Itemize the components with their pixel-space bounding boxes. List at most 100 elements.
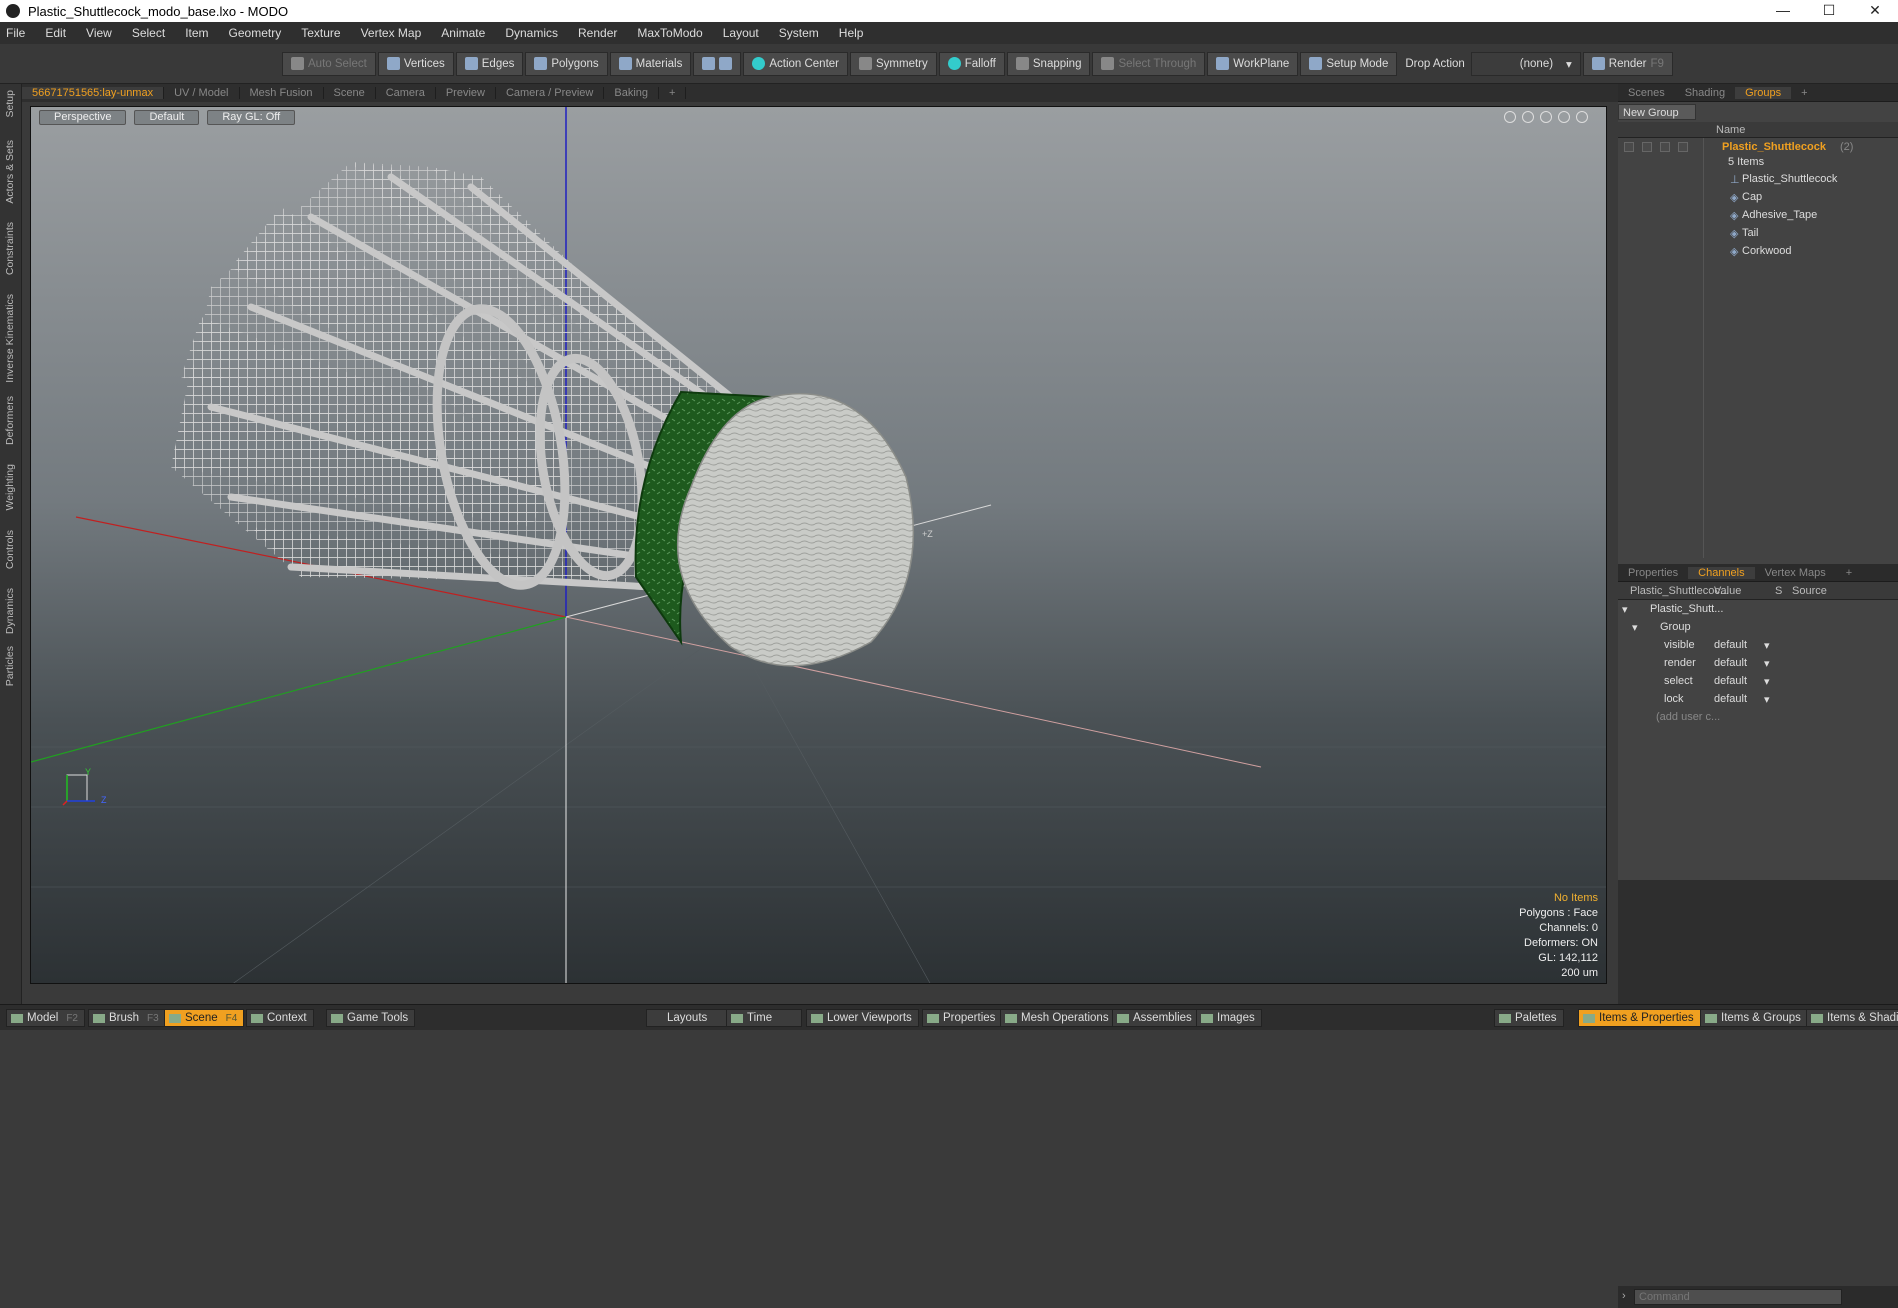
tab-preview[interactable]: Preview [436, 87, 496, 99]
edges-button[interactable]: Edges [455, 51, 524, 76]
channel-root-row[interactable]: ▾ Plastic_Shutt... [1618, 600, 1898, 618]
side-tab-weighting[interactable]: Weighting [4, 464, 16, 511]
menu-help[interactable]: Help [839, 26, 864, 40]
menu-dynamics[interactable]: Dynamics [505, 26, 558, 40]
side-tab-inverse-kinematics[interactable]: Inverse Kinematics [4, 294, 16, 383]
selection-sets-button[interactable] [693, 51, 742, 76]
menu-system[interactable]: System [779, 26, 819, 40]
tab-mesh-fusion[interactable]: Mesh Fusion [240, 87, 324, 99]
side-tab-dynamics[interactable]: Dynamics [4, 588, 16, 634]
setup-mode-button[interactable]: Setup Mode [1300, 51, 1398, 76]
time-button[interactable]: Time [726, 1009, 802, 1027]
brush-layout-button[interactable]: Brush F3 [88, 1009, 166, 1027]
select-through-button[interactable]: Select Through [1092, 51, 1206, 76]
scene-layout-button[interactable]: Scene F4 [164, 1009, 245, 1027]
channel-row-select[interactable]: select default ▾ [1618, 672, 1898, 690]
menu-maxtomodo[interactable]: MaxToModo [637, 26, 702, 40]
assemblies-button[interactable]: Assemblies [1112, 1009, 1199, 1027]
visibility-toggle[interactable] [1624, 142, 1634, 152]
channel-group-row[interactable]: ▾ Group [1618, 618, 1898, 636]
tree-item-plastic-shuttlecock[interactable]: ⊥ Plastic_Shuttlecock [1618, 170, 1898, 188]
chevron-down-icon[interactable]: ▾ [1764, 693, 1770, 706]
tab-camera[interactable]: Camera [376, 87, 436, 99]
chevron-down-icon[interactable]: ▾ [1764, 675, 1770, 688]
snapping-button[interactable]: Snapping [1006, 51, 1091, 76]
settings-icon[interactable] [1576, 111, 1588, 123]
lock-toggle[interactable] [1642, 142, 1652, 152]
side-tab-constraints[interactable]: Constraints [4, 222, 16, 275]
side-tab-particles[interactable]: Particles [4, 646, 16, 686]
fit-icon[interactable] [1558, 111, 1570, 123]
menu-item[interactable]: Item [185, 26, 208, 40]
perspective-dropdown[interactable]: Perspective [39, 110, 127, 125]
tree-item-cap[interactable]: ◈ Cap [1618, 188, 1898, 206]
channel-row-render[interactable]: render default ▾ [1618, 654, 1898, 672]
palettes-button[interactable]: Palettes [1494, 1009, 1564, 1027]
falloff-button[interactable]: Falloff [938, 51, 1005, 76]
menu-file[interactable]: File [6, 26, 25, 40]
chevron-down-icon[interactable]: ▾ [1764, 657, 1770, 670]
tab-camera-preview[interactable]: Camera / Preview [496, 87, 605, 99]
menu-texture[interactable]: Texture [301, 26, 340, 40]
tab-add-panel[interactable]: + [1791, 87, 1817, 99]
tab-scenes[interactable]: Scenes [1618, 87, 1675, 99]
group-row[interactable]: Plastic_Shuttlecock (2) [1618, 138, 1898, 156]
items-shading-button[interactable]: Items & Shadin [1806, 1009, 1898, 1027]
channel-value[interactable]: default [1714, 657, 1747, 669]
menu-select[interactable]: Select [132, 26, 165, 40]
tab-layout-unmax[interactable]: 56671751565:lay-unmax [22, 87, 165, 99]
pan-icon[interactable] [1504, 111, 1516, 123]
menu-animate[interactable]: Animate [441, 26, 485, 40]
zoom-icon[interactable] [1540, 111, 1552, 123]
new-group-button[interactable]: New Group [1618, 104, 1696, 120]
close-icon[interactable]: ✕ [1852, 0, 1898, 22]
tab-properties[interactable]: Properties [1618, 567, 1688, 579]
tree-item-corkwood[interactable]: ◈ Corkwood [1618, 242, 1898, 260]
tab-channels[interactable]: Channels [1688, 566, 1755, 579]
3d-viewport[interactable]: +Z Y Z Perspective Default Ray GL: Off N… [30, 106, 1607, 984]
select-toggle[interactable] [1678, 142, 1688, 152]
images-button[interactable]: Images [1196, 1009, 1262, 1027]
channel-value[interactable]: default [1714, 675, 1747, 687]
menu-geometry[interactable]: Geometry [229, 26, 282, 40]
channel-value[interactable]: default [1714, 639, 1747, 651]
auto-select-button[interactable]: Auto Select [282, 51, 376, 76]
add-user-channel-row[interactable]: (add user c... [1618, 708, 1898, 726]
menu-edit[interactable]: Edit [45, 26, 66, 40]
tab-add-channels[interactable]: + [1836, 567, 1862, 579]
maximize-icon[interactable]: ☐ [1806, 0, 1852, 22]
lower-viewports-button[interactable]: Lower Viewports [806, 1009, 919, 1027]
mesh-operations-button[interactable]: Mesh Operations [1000, 1009, 1116, 1027]
game-tools-layout-button[interactable]: Game Tools [326, 1009, 416, 1027]
polygons-button[interactable]: Polygons [525, 51, 608, 76]
side-tab-setup[interactable]: Setup [4, 90, 16, 117]
tab-scene[interactable]: Scene [324, 87, 376, 99]
tab-uv-model[interactable]: UV / Model [164, 87, 240, 99]
channel-row-visible[interactable]: visible default ▾ [1618, 636, 1898, 654]
raygl-dropdown[interactable]: Ray GL: Off [207, 110, 296, 125]
tab-shading[interactable]: Shading [1675, 87, 1735, 99]
side-tab-actors-sets[interactable]: Actors & Sets [4, 140, 16, 204]
menu-view[interactable]: View [86, 26, 112, 40]
side-tab-deformers[interactable]: Deformers [4, 396, 16, 445]
render-toggle[interactable] [1660, 142, 1670, 152]
shading-dropdown[interactable]: Default [134, 110, 200, 125]
workplane-button[interactable]: WorkPlane [1207, 51, 1299, 76]
context-layout-button[interactable]: Context [246, 1009, 314, 1027]
render-button[interactable]: Render F9 [1582, 51, 1673, 76]
tab-groups[interactable]: Groups [1735, 86, 1792, 99]
menu-layout[interactable]: Layout [723, 26, 759, 40]
items-properties-button[interactable]: Items & Properties [1578, 1009, 1701, 1027]
symmetry-button[interactable]: Symmetry [850, 51, 937, 76]
tree-item-adhesive-tape[interactable]: ◈ Adhesive_Tape [1618, 206, 1898, 224]
channel-row-lock[interactable]: lock default ▾ [1618, 690, 1898, 708]
tree-item-tail[interactable]: ◈ Tail [1618, 224, 1898, 242]
chevron-down-icon[interactable]: ▾ [1764, 639, 1770, 652]
minimize-icon[interactable]: — [1760, 0, 1806, 22]
menu-render[interactable]: Render [578, 26, 617, 40]
channel-value[interactable]: default [1714, 693, 1747, 705]
rotate-icon[interactable] [1522, 111, 1534, 123]
vertices-button[interactable]: Vertices [377, 51, 454, 76]
materials-button[interactable]: Materials [609, 51, 692, 76]
tab-add[interactable]: + [659, 87, 687, 99]
